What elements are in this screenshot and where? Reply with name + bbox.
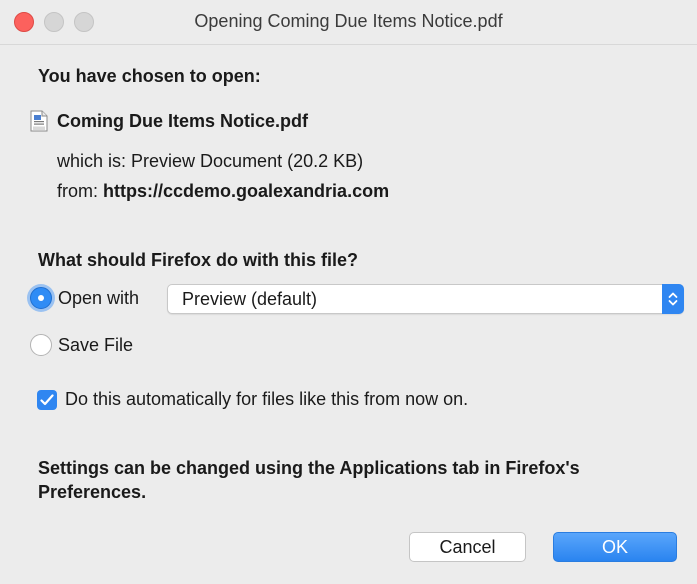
ok-button[interactable]: OK <box>553 532 677 562</box>
open-with-option[interactable]: Open with <box>30 287 139 309</box>
pdf-file-icon <box>30 110 48 132</box>
dialog-heading: You have chosen to open: <box>38 66 261 86</box>
cancel-button[interactable]: Cancel <box>409 532 526 562</box>
open-with-radio[interactable] <box>30 287 52 309</box>
checkmark-icon <box>40 393 54 405</box>
application-select[interactable]: Preview (default) <box>167 284 684 314</box>
up-down-chevron-icon[interactable] <box>662 284 684 314</box>
application-select-value: Preview (default) <box>182 289 318 309</box>
source-host: https://ccdemo.goalexandria.com <box>103 181 390 201</box>
auto-action-label[interactable]: Do this automatically for files like thi… <box>65 389 468 410</box>
file-name: Coming Due Items Notice.pdf <box>57 110 309 131</box>
title-bar: Opening Coming Due Items Notice.pdf <box>0 0 697 45</box>
window-title: Opening Coming Due Items Notice.pdf <box>194 11 503 31</box>
auto-action-checkbox[interactable] <box>37 389 57 410</box>
save-file-option[interactable]: Save File <box>30 334 133 356</box>
from-label: from: <box>57 181 104 201</box>
preferences-note: Settings can be changed using the Applic… <box>38 458 580 502</box>
action-question: What should Firefox do with this file? <box>38 250 358 270</box>
source-row: from: https://ccdemo.goalexandria.com <box>57 181 389 202</box>
file-info-row: Coming Due Items Notice.pdf <box>30 110 308 132</box>
save-file-label[interactable]: Save File <box>58 335 133 356</box>
open-with-label[interactable]: Open with <box>58 288 139 309</box>
file-type-text: which is: Preview Document (20.2 KB) <box>57 151 364 171</box>
save-file-radio[interactable] <box>30 334 52 356</box>
auto-action-option[interactable]: Do this automatically for files like thi… <box>37 389 468 410</box>
